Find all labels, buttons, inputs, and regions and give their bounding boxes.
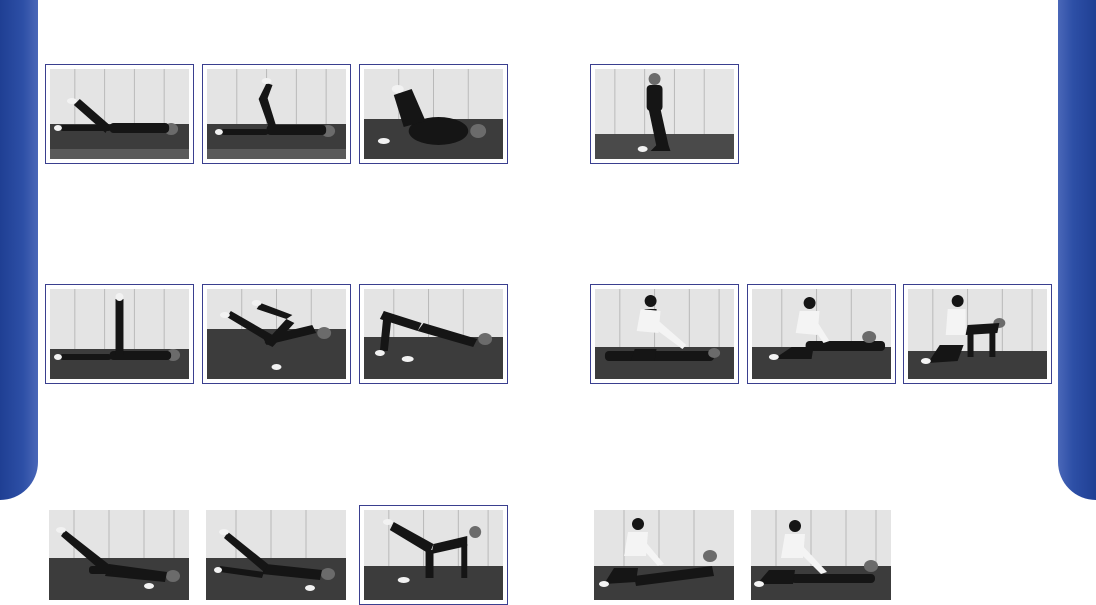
exercise-photo-lying-knees-to-chest bbox=[359, 64, 508, 164]
exercise-photo-lying-vertical-leg bbox=[45, 284, 194, 384]
exercise-photo-assisted-prone-lift bbox=[594, 510, 734, 600]
left-side-tab bbox=[0, 0, 38, 500]
exercise-photo-all-fours-leg-extension bbox=[359, 505, 508, 605]
exercise-photo-side-lying-leg-lift bbox=[49, 510, 189, 600]
exercise-photo-assisted-prone-stretch bbox=[590, 284, 739, 384]
exercise-photo-assisted-all-fours bbox=[903, 284, 1052, 384]
exercise-photo-lying-leg-raise bbox=[45, 64, 194, 164]
right-side-tab bbox=[1058, 0, 1096, 500]
exercise-photo-bridge bbox=[359, 284, 508, 384]
exercise-photo-assisted-prone-lift-2 bbox=[751, 510, 891, 600]
exercise-photo-lying-knee-bend bbox=[202, 64, 351, 164]
exercise-photo-side-lying-leg-lift-2 bbox=[206, 510, 346, 600]
exercise-photo-kneeling-upright bbox=[590, 64, 739, 164]
exercise-photo-assisted-prone-legs bbox=[747, 284, 896, 384]
exercise-photo-lying-cycling-legs bbox=[202, 284, 351, 384]
